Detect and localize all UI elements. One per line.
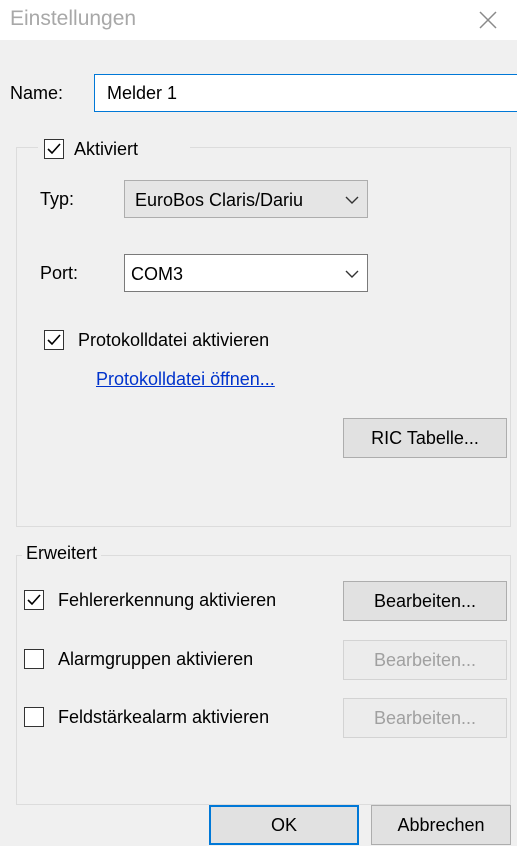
checkmark-icon (47, 143, 61, 155)
checkmark-icon (47, 334, 61, 346)
port-select[interactable]: COM3 (124, 254, 368, 292)
fehlererkennung-edit-button[interactable]: Bearbeiten... (343, 581, 507, 621)
checkmark-icon (27, 594, 41, 606)
port-select-value: COM3 (131, 264, 184, 284)
name-label: Name: (10, 83, 64, 103)
feldstaerke-label: Feldstärkealarm aktivieren (58, 707, 270, 727)
name-input[interactable]: Melder 1 (94, 74, 517, 112)
protokoll-label: Protokolldatei aktivieren (78, 330, 270, 350)
alarmgruppen-label: Alarmgruppen aktivieren (58, 649, 254, 669)
port-label: Port: (40, 263, 79, 283)
fehlererkennung-label: Fehlererkennung aktivieren (58, 590, 277, 610)
ric-table-button[interactable]: RIC Tabelle... (343, 418, 507, 458)
feldstaerke-edit-button[interactable]: Bearbeiten... (343, 698, 507, 738)
protokoll-checkbox[interactable] (44, 330, 64, 350)
fehlererkennung-checkbox[interactable] (24, 590, 44, 610)
alarmgruppen-edit-button[interactable]: Bearbeiten... (343, 640, 507, 680)
ok-button[interactable]: OK (209, 805, 359, 845)
typ-label: Typ: (40, 189, 75, 209)
window-title: Einstellungen (10, 7, 137, 30)
cancel-button[interactable]: Abbrechen (371, 805, 511, 845)
title-bar: Einstellungen (0, 0, 517, 40)
chevron-down-icon (345, 196, 359, 204)
aktiviert-checkbox[interactable] (44, 139, 64, 159)
feldstaerke-checkbox[interactable] (24, 707, 44, 727)
close-button[interactable] (466, 5, 510, 37)
chevron-down-icon (345, 270, 359, 278)
protokoll-open-link[interactable]: Protokolldatei öffnen... (96, 369, 275, 390)
aktiviert-label: Aktiviert (74, 139, 139, 159)
alarmgruppen-checkbox[interactable] (24, 649, 44, 669)
dialog-body: Name: Melder 1 Aktiviert Typ: EuroBos Cl… (0, 40, 517, 846)
typ-select[interactable]: EuroBos Claris/Dariu (124, 180, 368, 218)
erweitert-legend: Erweitert (22, 543, 102, 564)
close-icon (479, 11, 497, 29)
typ-select-value: EuroBos Claris/Dariu (135, 190, 304, 210)
name-input-value: Melder 1 (107, 83, 178, 103)
